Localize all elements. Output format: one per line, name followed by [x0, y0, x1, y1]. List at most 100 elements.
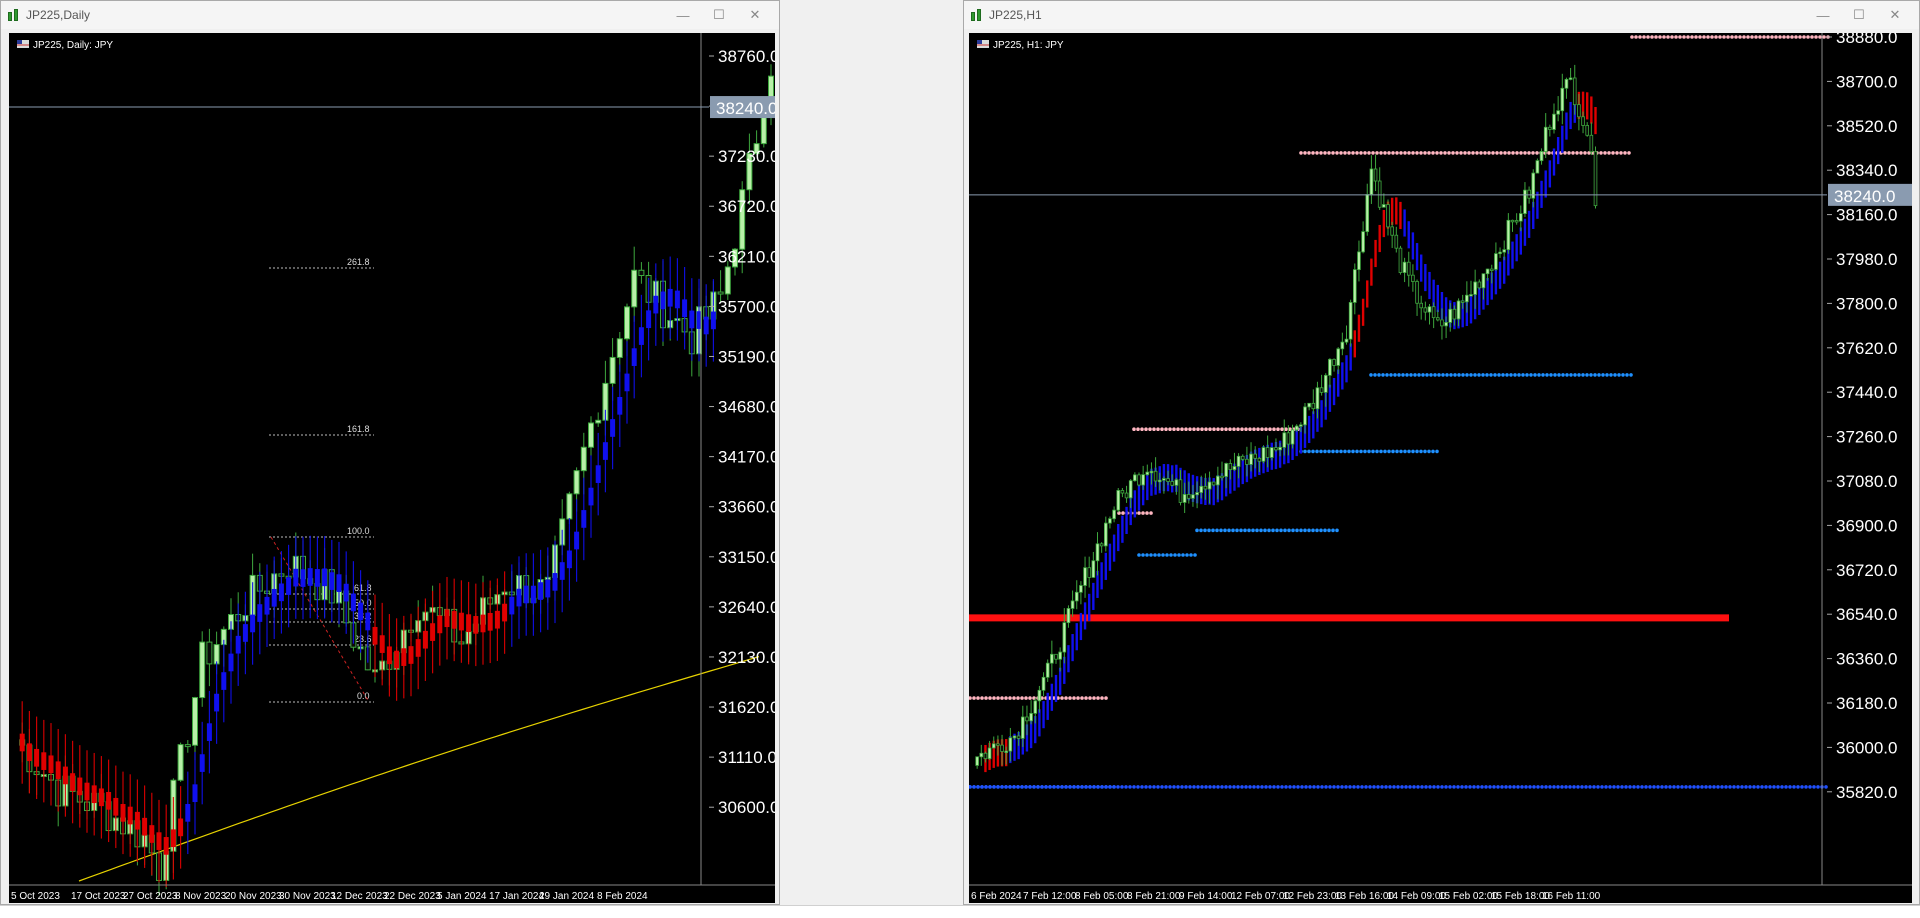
level-dot: [1207, 528, 1211, 533]
chart-canvas[interactable]: 261.8161.8100.061.850.038.223.60.0 38760…: [9, 33, 775, 903]
candle-body: [1120, 490, 1125, 494]
level-dot: [1072, 696, 1076, 700]
level-dot: [1311, 151, 1315, 155]
level-dot: [1355, 151, 1359, 155]
h1-chart-svg[interactable]: 38880.0 38700.0 38520.0 38340.0 38160.0 37980…: [969, 33, 1912, 903]
level-dot: [1004, 785, 1008, 789]
level-dot: [1465, 373, 1469, 377]
y-tick-label: 37800.0: [1836, 294, 1897, 313]
level-dot: [1742, 35, 1746, 39]
level-dot: [1726, 35, 1730, 39]
maximize-button[interactable]: ☐: [701, 7, 737, 23]
level-dot: [1666, 35, 1670, 39]
band-body: [149, 825, 155, 843]
level-dot: [1616, 785, 1620, 789]
band-body: [271, 588, 277, 607]
x-tick-label: 30 Nov 2023: [279, 891, 336, 902]
band-body: [170, 829, 176, 848]
level-dot: [1696, 785, 1700, 789]
level-dot: [1287, 528, 1291, 533]
band-body: [307, 568, 313, 586]
level-dot: [1536, 785, 1540, 789]
level-dot: [1319, 449, 1323, 454]
level-dot: [1417, 373, 1421, 377]
level-dot: [1457, 373, 1461, 377]
level-dot: [1690, 35, 1694, 39]
level-dot: [1463, 151, 1467, 155]
level-dot: [1199, 528, 1203, 533]
level-dot: [1479, 151, 1483, 155]
band-body: [329, 572, 335, 590]
titlebar[interactable]: JP225,Daily — ☐ ✕: [1, 1, 779, 29]
level-dot: [1016, 696, 1020, 700]
candle-body: [1240, 455, 1245, 460]
candle-body: [1186, 494, 1191, 499]
candle-body: [1386, 204, 1390, 228]
candle-body: [1406, 261, 1411, 276]
level-dot: [1181, 553, 1185, 557]
level-dot: [1137, 553, 1141, 557]
maximize-button[interactable]: ☐: [1841, 7, 1877, 23]
level-dot: [1300, 785, 1304, 789]
titlebar[interactable]: JP225,H1 — ☐ ✕: [964, 1, 1919, 29]
level-dot: [1040, 785, 1044, 789]
level-dot: [1572, 785, 1576, 789]
level-dot: [1822, 35, 1826, 39]
band-body: [689, 310, 695, 329]
candle-body: [1535, 160, 1540, 174]
level-dot: [1227, 528, 1231, 533]
band-body: [278, 583, 284, 602]
band-body: [451, 611, 457, 629]
band-body: [559, 562, 565, 580]
level-dot: [1136, 785, 1140, 789]
candle-body: [1577, 104, 1581, 118]
level-dot: [1652, 785, 1656, 789]
y-tick-label: 37080.0: [1836, 472, 1897, 491]
level-dot: [1441, 373, 1445, 377]
band-body: [466, 614, 472, 632]
level-dot: [1232, 427, 1236, 432]
level-dot: [1712, 785, 1716, 789]
band-body: [422, 630, 428, 649]
candle-body: [1074, 591, 1079, 602]
candle-body: [1423, 307, 1428, 313]
level-dot: [1244, 785, 1248, 789]
band-body: [358, 602, 364, 621]
candle-body: [213, 644, 220, 665]
daily-chart-svg[interactable]: 261.8161.8100.061.850.038.223.60.0 38760…: [9, 33, 775, 903]
level-dot: [1612, 785, 1616, 789]
level-dot: [1376, 785, 1380, 789]
candle-body: [1257, 457, 1262, 462]
level-dot: [1240, 427, 1244, 432]
level-dot: [1487, 151, 1491, 155]
level-dot: [1592, 785, 1596, 789]
level-dot: [1331, 151, 1335, 155]
candle-body: [1485, 268, 1490, 275]
level-dot: [1447, 151, 1451, 155]
daily-chart-window[interactable]: JP225,Daily — ☐ ✕ 261.8161.8100.061.850.…: [0, 0, 780, 905]
candle-body: [1435, 317, 1440, 321]
candle-body: [1261, 447, 1266, 462]
level-dot: [1204, 427, 1208, 432]
level-dot: [1032, 785, 1036, 789]
level-dot: [1235, 528, 1239, 533]
close-button[interactable]: ✕: [1877, 7, 1913, 23]
level-dot: [1481, 373, 1485, 377]
level-dot: [1271, 528, 1275, 533]
chart-canvas[interactable]: 38880.0 38700.0 38520.0 38340.0 38160.0 37980…: [969, 33, 1912, 903]
close-button[interactable]: ✕: [737, 7, 773, 23]
candle-body: [1290, 429, 1295, 445]
minimize-button[interactable]: —: [1805, 8, 1841, 23]
level-dot: [984, 785, 988, 789]
level-dot: [1798, 35, 1802, 39]
level-dot: [1812, 785, 1816, 789]
candle-body: [1340, 341, 1345, 350]
candle-body: [1352, 269, 1357, 303]
level-dot: [1569, 373, 1573, 377]
candle-body: [1207, 481, 1212, 490]
level-dot: [1557, 373, 1561, 377]
level-dot: [1000, 696, 1004, 700]
minimize-button[interactable]: —: [665, 8, 701, 23]
h1-chart-window[interactable]: JP225,H1 — ☐ ✕ 38880.0 38700.0 38520.0 3834…: [963, 0, 1920, 905]
level-dot: [1774, 35, 1778, 39]
